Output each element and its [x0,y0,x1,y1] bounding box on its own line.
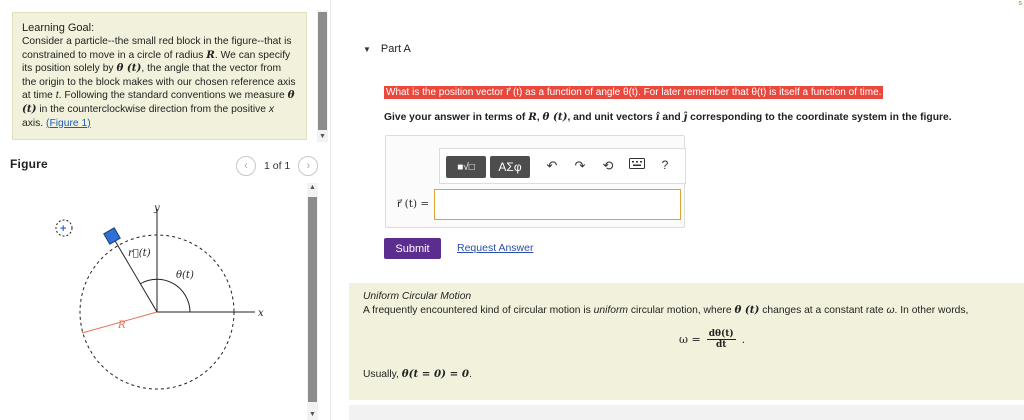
figure-heading: Figure [10,157,48,171]
part-a-label: Part A [380,43,411,55]
math-toolbar: ■√□ ΑΣφ ↶ ↷ ⟲ ? [439,148,686,184]
answer-label: r⃗ (t) = [397,198,430,210]
learning-goal-text: Consider a particle--the small red block… [22,36,296,129]
initial-condition: Usually, θ(t = 0) = 0. [363,368,472,380]
pager-count: 1 of 1 [264,160,291,172]
figure-pager: ‹ 1 of 1 › [236,156,319,176]
answer-input[interactable] [434,189,681,220]
figure-link[interactable]: (Figure 1) [46,118,91,129]
uniform-circular-motion-panel: Uniform Circular Motion A frequently enc… [349,283,1024,400]
templates-button[interactable]: ■√□ [446,156,486,178]
learning-goal-scrollbar[interactable]: ▼ [317,10,328,142]
keyboard-icon[interactable] [628,158,646,169]
scrollbar-thumb[interactable] [308,197,317,402]
reset-icon[interactable]: ⟲ [600,158,616,174]
column-divider [330,0,331,420]
chevron-left-icon[interactable]: ‹ [236,156,256,176]
rotation-plus: + [60,223,66,235]
omega-formula: ω = dθ(t) dt . [679,329,746,350]
submit-button[interactable]: Submit [384,238,441,259]
redo-icon[interactable]: ↷ [572,158,588,174]
triangle-down-icon[interactable]: ▼ [363,45,371,54]
scrollbar-thumb[interactable] [318,12,327,130]
chevron-right-icon[interactable]: › [298,156,319,176]
info-body: A frequently encountered kind of circula… [363,304,969,316]
info-title: Uniform Circular Motion [363,291,472,302]
circular-motion-figure: + y x r⃗(t) θ(t) R [10,185,310,420]
angle-label: θ(t) [176,270,194,281]
scroll-down-icon[interactable]: ▼ [307,411,318,418]
question-text: What is the position vector r⃗ (t) as a … [384,86,884,99]
undo-icon[interactable]: ↶ [544,158,560,174]
learning-goal-title: Learning Goal: [22,22,95,34]
learning-goal-panel: Learning Goal: Consider a particle--the … [12,12,307,140]
part-a-header[interactable]: ▼ Part A [363,43,411,55]
derivative-fraction: dθ(t) dt [706,329,736,350]
scroll-up-icon[interactable]: ▲ [307,184,318,191]
corner-mark: s [1018,0,1023,7]
next-section-strip [349,405,1024,420]
request-answer-link[interactable]: Request Answer [457,242,533,254]
answer-instruction: Give your answer in terms of R, θ (t), a… [384,111,952,123]
position-vector-label: r⃗(t) [128,248,151,259]
help-button[interactable]: ? [658,158,672,172]
particle-block [103,227,121,245]
radius-label: R [117,320,126,331]
answer-panel: ■√□ ΑΣφ ↶ ↷ ⟲ ? r⃗ (t) = [385,135,686,228]
x-axis-label: x [258,308,264,319]
symbols-button[interactable]: ΑΣφ [490,156,530,178]
figure-scrollbar[interactable]: ▲ ▼ [307,183,318,420]
y-axis-label: y [153,203,160,214]
scroll-down-icon[interactable]: ▼ [317,133,328,140]
